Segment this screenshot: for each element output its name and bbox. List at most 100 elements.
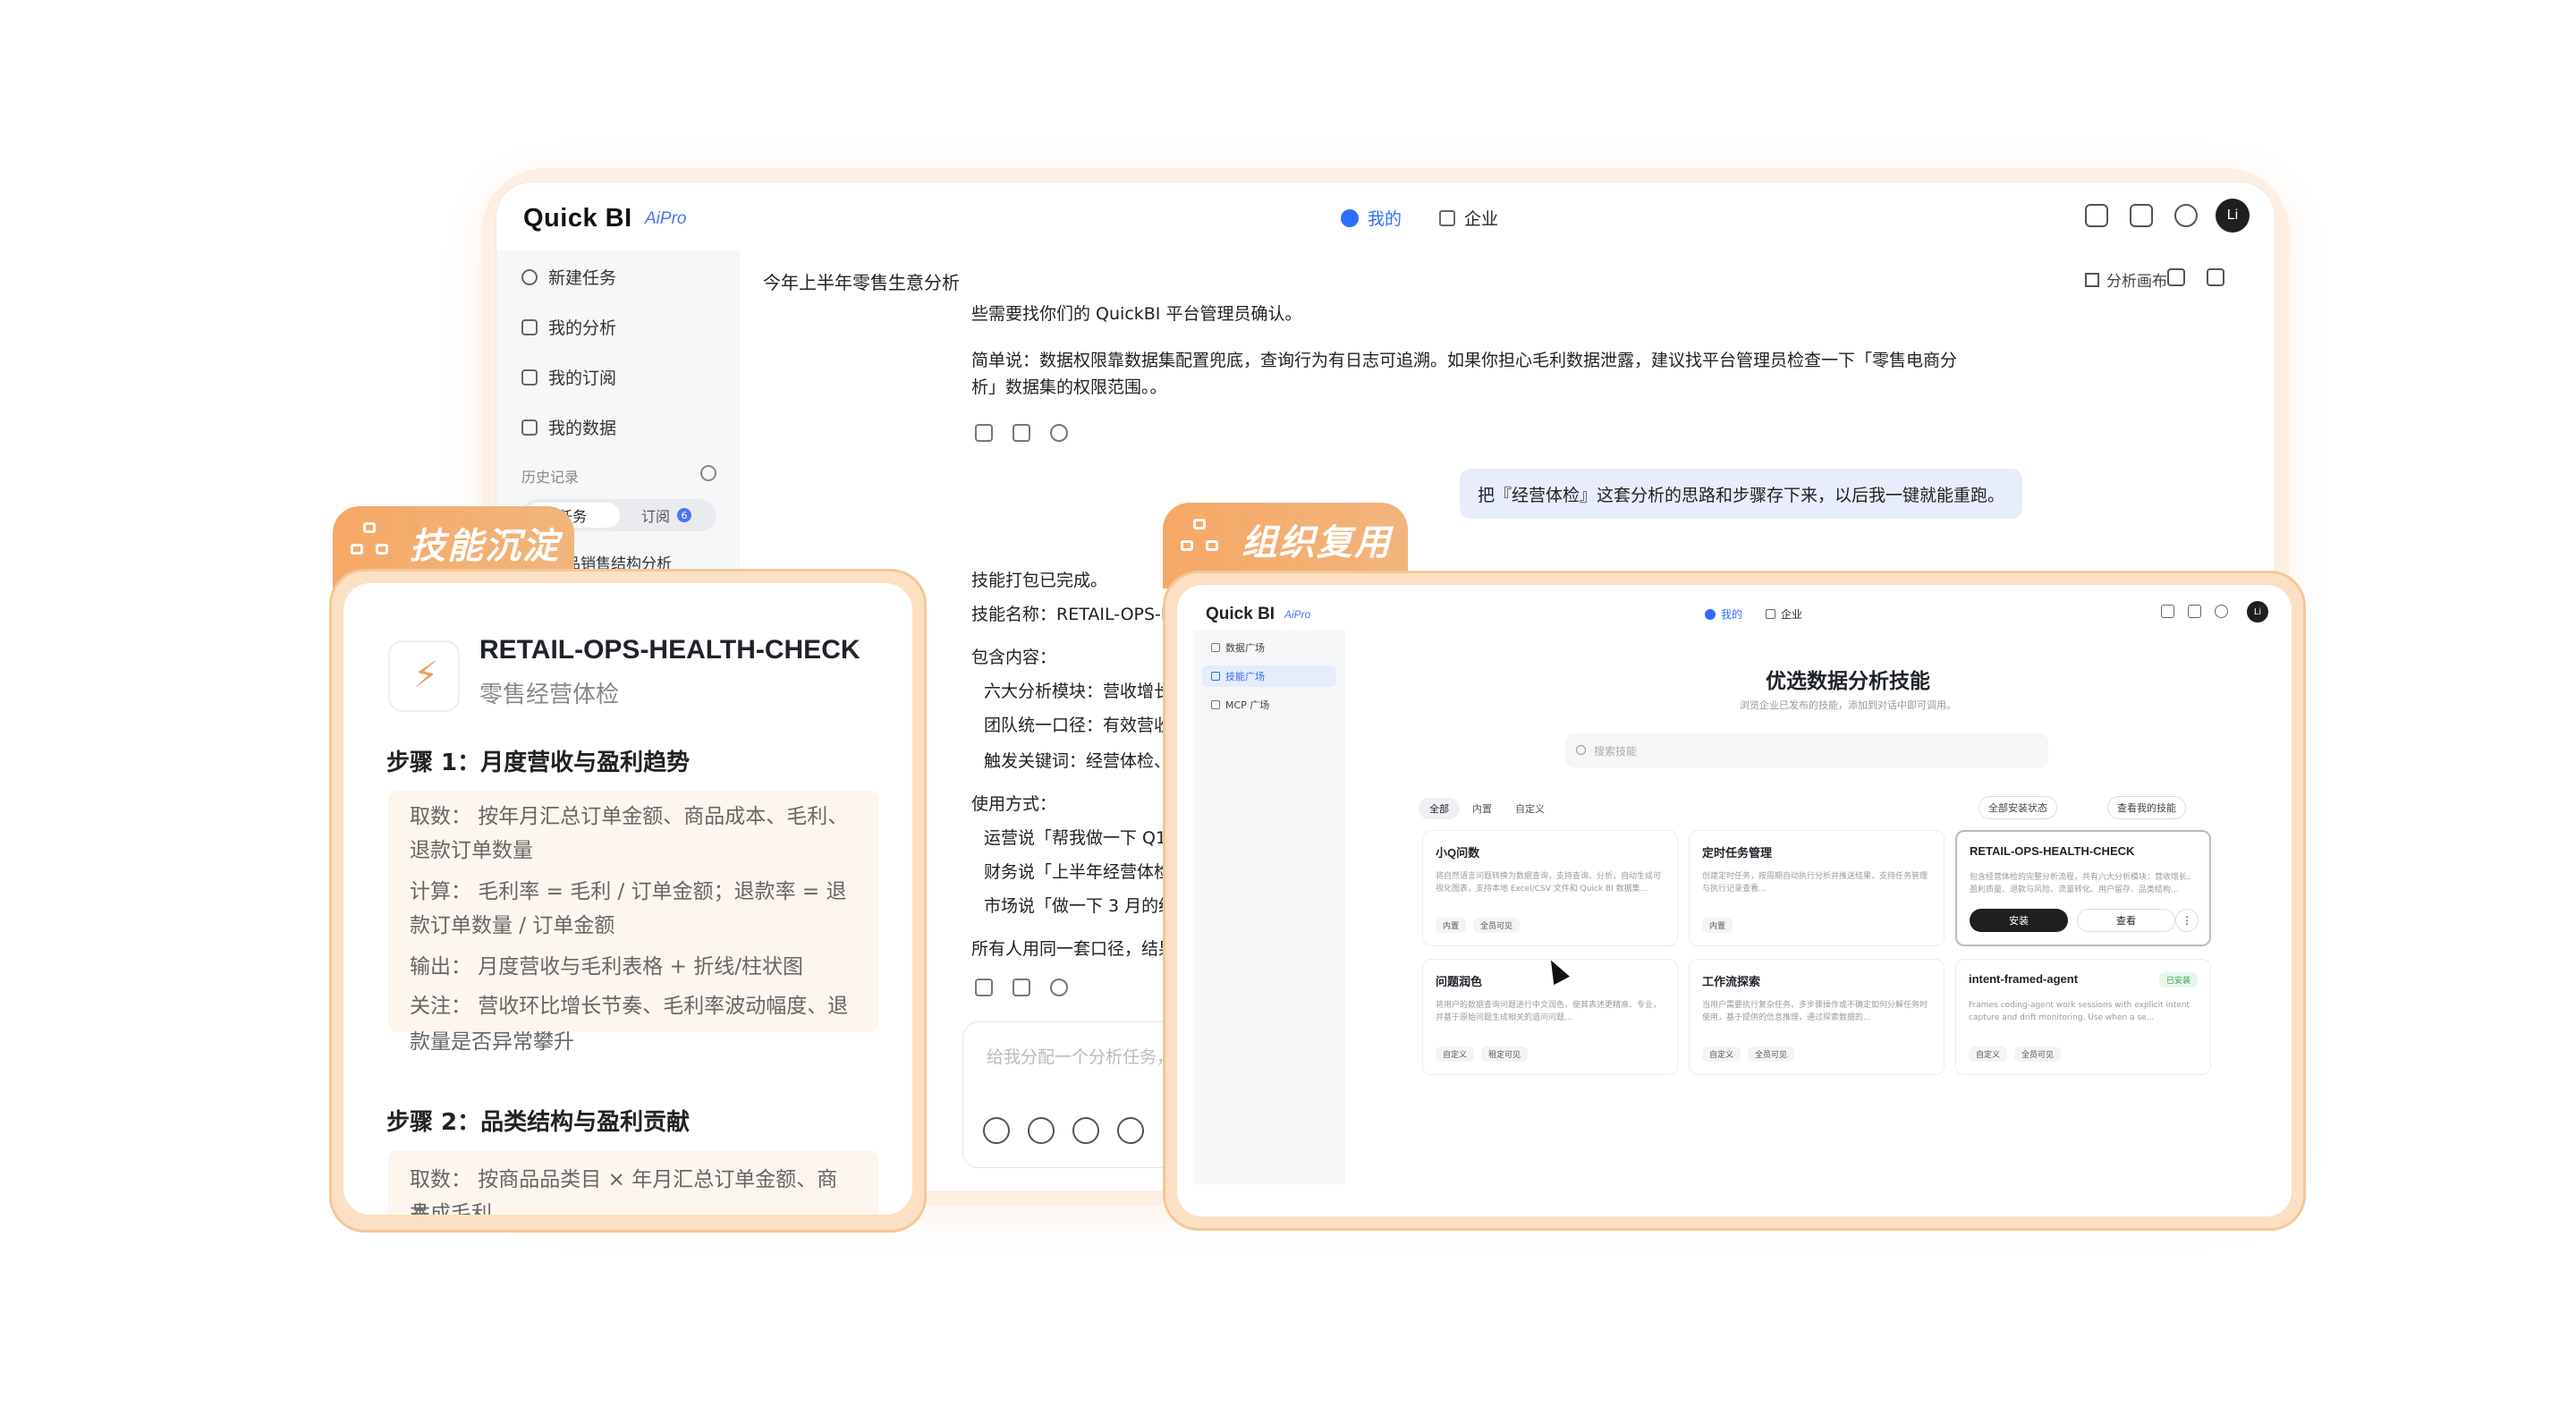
skill-subtitle: 零售经营体检: [479, 682, 620, 708]
step-details: 取数： 按年月汇总订单金额、商品成本、毛利、 退款订单数量 计算： 毛利率 = …: [388, 791, 878, 1032]
skill-icon-box: ⚡: [388, 640, 460, 712]
cube-icon[interactable]: [1072, 1117, 1099, 1144]
history-title: 历史记录: [521, 469, 580, 486]
sidebar-item-label: 技能广场: [1225, 671, 1265, 682]
skill-title: 问题润色: [1436, 975, 1483, 988]
view-button[interactable]: 查看: [2077, 909, 2175, 932]
enterprise-icon: [1439, 209, 1455, 226]
gear-icon[interactable]: [2215, 605, 2228, 618]
database-icon: [521, 419, 538, 436]
skill-card-item-selected[interactable]: RETAIL-OPS-HEALTH-CHECK 包含经营体检的完整分析流程，共有…: [1955, 830, 2211, 946]
skill-tags: 内置 全员可见: [1436, 918, 1521, 933]
swap-icon[interactable]: [1117, 1117, 1144, 1144]
sidebar-item-new-task[interactable]: 新建任务: [521, 265, 616, 289]
sidebar-item-data-plaza[interactable]: 数据广场: [1202, 637, 1336, 658]
sidebar-item-label: 新建任务: [548, 268, 617, 288]
filter-builtin[interactable]: 内置: [1462, 798, 1503, 819]
more-icon[interactable]: [1050, 979, 1068, 996]
sidebar-item-label: 数据广场: [1225, 642, 1265, 654]
install-status-filter[interactable]: 全部安装状态: [1979, 796, 2057, 819]
dashboard-icon[interactable]: [2188, 605, 2201, 618]
message-text: 技能名称：RETAIL-OPS-HEALTH-CHECK: [971, 605, 1168, 624]
analysis-canvas-button[interactable]: 分析画布: [2085, 268, 2167, 291]
count-badge: 6: [677, 508, 691, 522]
more-icon[interactable]: ⋮: [2175, 909, 2199, 932]
tag: 内置: [1702, 918, 1733, 933]
sidebar-item-label: 我的数据: [548, 419, 617, 438]
chat-title: 今年上半年零售生意分析: [763, 272, 960, 293]
skill-card-item[interactable]: 工作流探索 当用户需要执行复杂任务、多步骤操作或不确定如何分解任务时使用，基于提…: [1689, 959, 1945, 1075]
sidebar-item-mcp-plaza[interactable]: MCP 广场: [1202, 694, 1336, 716]
page-title: 优选数据分析技能: [1766, 670, 1930, 693]
skill-desc: 将用户的数据查询问题进行中文润色，使其表述更精准、专业，并基于原始问题生成相关的…: [1436, 1001, 1662, 1022]
skill-card-item[interactable]: 定时任务管理 创建定时任务，按周期自动执行分析并推送结果，支持任务管理与执行记录…: [1689, 830, 1945, 946]
bolt-icon[interactable]: [1028, 1117, 1055, 1144]
install-button[interactable]: 安装: [1970, 909, 2068, 932]
step-line: 本、毛利: [410, 1202, 492, 1215]
sidebar-item-my-analysis[interactable]: 我的分析: [521, 315, 616, 339]
app-logo: Quick BI: [523, 204, 632, 233]
skill-title: RETAIL-OPS-HEALTH-CHECK: [1970, 844, 2135, 858]
skill-tags: 自定义 全员可见: [1702, 1046, 1795, 1062]
tab-enterprise-label: 企业: [1464, 209, 1499, 229]
dashboard-icon[interactable]: [2130, 204, 2153, 227]
installed-badge: 已安装: [2158, 972, 2198, 987]
message-reactions: [975, 424, 1068, 442]
thumbs-down-icon[interactable]: [1013, 424, 1030, 442]
avatar[interactable]: Li: [2247, 601, 2268, 623]
tab-enterprise[interactable]: 企业: [1766, 606, 1802, 622]
tab-mine[interactable]: 我的: [1705, 606, 1742, 622]
tab-mine-label: 我的: [1721, 608, 1743, 621]
thumbs-up-icon[interactable]: [975, 979, 993, 996]
screen-icon[interactable]: [2161, 605, 2174, 618]
plug-icon: [1211, 700, 1220, 709]
step-line: 取数： 按年月汇总订单金额、商品成本、毛利、: [410, 805, 849, 828]
segment-subscriptions[interactable]: 订阅 6: [622, 503, 711, 528]
mine-icon: [1341, 208, 1359, 227]
skill-tab-label: 技能沉淀: [410, 526, 560, 567]
more-icon[interactable]: [1050, 424, 1068, 442]
skill-tags: 内置: [1702, 918, 1733, 933]
skill-desc: Frames coding-agent work sessions with e…: [1969, 1001, 2190, 1022]
thumbs-up-icon[interactable]: [975, 424, 993, 442]
search-icon[interactable]: [700, 465, 716, 481]
message-text: 包含内容：: [971, 648, 1057, 667]
tag: 全员可见: [2014, 1046, 2062, 1062]
thumbs-down-icon[interactable]: [1013, 979, 1030, 996]
tab-enterprise[interactable]: 企业: [1439, 206, 1498, 230]
skill-card-item[interactable]: intent-framed-agent 已安装 Frames coding-ag…: [1955, 959, 2211, 1075]
step-title: 步骤 2：品类结构与盈利贡献: [386, 1109, 691, 1136]
my-skills-button[interactable]: 查看我的技能: [2107, 796, 2186, 819]
filter-all[interactable]: 全部: [1419, 798, 1460, 819]
tab-mine[interactable]: 我的: [1341, 206, 1402, 230]
skill-title: 定时任务管理: [1702, 846, 1773, 860]
chat-input[interactable]: 给我分配一个分析任务，: [962, 1021, 1186, 1168]
step-line: 退款订单数量: [410, 839, 533, 862]
share-icon[interactable]: [2207, 268, 2224, 286]
step-title: 步骤 1：月度营收与盈利趋势: [386, 750, 691, 776]
skill-marketplace-window: Quick BI AiPro 我的 企业 Li 数据广场 技能广场 MCP 广场…: [1177, 585, 2292, 1216]
tag: 租定可见: [1481, 1046, 1529, 1062]
sidebar-item-label: MCP 广场: [1225, 699, 1270, 711]
avatar[interactable]: Li: [2216, 199, 2250, 233]
screen-icon[interactable]: [2085, 204, 2108, 227]
sidebar-item-my-data[interactable]: 我的数据: [521, 415, 616, 439]
tag: 自定义: [1969, 1046, 2008, 1062]
app-logo: Quick BI: [1206, 605, 1275, 623]
bolt-icon: ⚡: [413, 655, 439, 696]
sidebar-item-skill-plaza[interactable]: 技能广场: [1202, 665, 1336, 687]
step-line: 款量是否异常攀升: [410, 1030, 574, 1054]
message-text: 使用方式：: [971, 794, 1057, 814]
skill-card-item[interactable]: 小Q问数 将自然语言问题转换为数据查询，支持查询、分析，自动生成可视化图表，支持…: [1422, 830, 1678, 946]
sidebar-item-my-subscriptions[interactable]: 我的订阅: [521, 365, 616, 389]
page-subtitle: 浏览企业已发布的技能，添加到对话中即可调用。: [1740, 699, 1956, 711]
plus-icon[interactable]: [983, 1117, 1010, 1144]
panel-icon[interactable]: [2167, 268, 2185, 286]
search-input[interactable]: 搜索技能: [1565, 733, 2048, 767]
gear-icon[interactable]: [2174, 204, 2198, 227]
mine-icon: [1705, 608, 1716, 620]
step-line: 款订单数量 / 订单金额: [410, 914, 615, 937]
filter-custom[interactable]: 自定义: [1504, 798, 1555, 819]
step-line: 输出： 月度营收与毛利表格 + 折线/柱状图: [410, 955, 803, 979]
sidebar-item-label: 我的订阅: [548, 369, 617, 388]
